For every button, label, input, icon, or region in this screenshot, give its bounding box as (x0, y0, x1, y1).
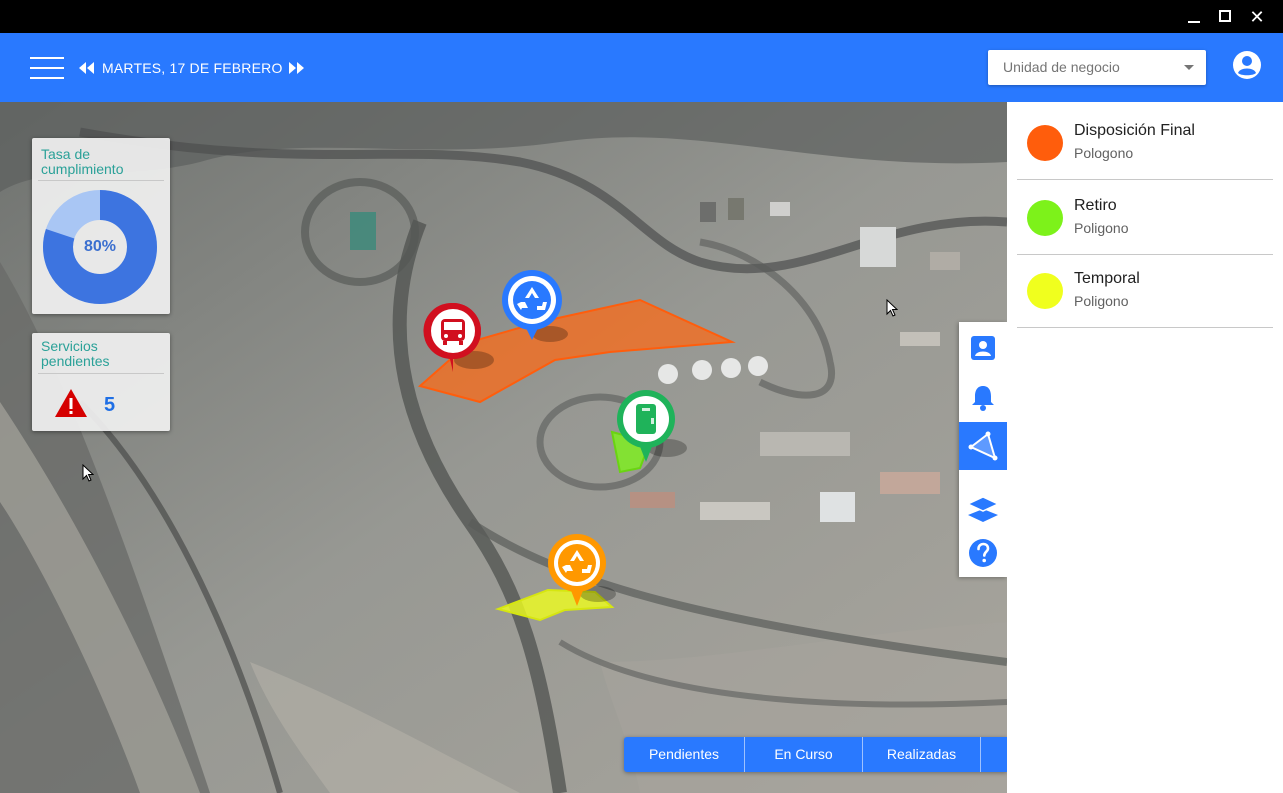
menu-icon (30, 57, 64, 59)
legend-item-pickup[interactable]: Retiro Poligono (1017, 181, 1273, 255)
legend-color-swatch (1027, 125, 1063, 161)
next-date-button[interactable] (287, 56, 305, 80)
tab-pendientes[interactable]: Pendientes (624, 737, 745, 772)
legend-item-name: Temporal (1074, 270, 1140, 287)
date-navigator: MARTES, 17 DE FEBRERO (78, 56, 305, 80)
menu-icon-bar (30, 77, 64, 79)
account-icon (1233, 51, 1261, 79)
menu-button[interactable] (30, 57, 64, 79)
tab-more[interactable] (981, 737, 1007, 772)
minimize-button[interactable] (1183, 6, 1205, 28)
pending-services-count: 5 (104, 394, 116, 416)
compliance-rate-title: Tasa de cumplimiento (41, 146, 124, 177)
compliance-rate-card: Tasa de cumplimiento 80% (32, 138, 170, 314)
legend-color-swatch (1027, 200, 1063, 236)
container-icon (617, 390, 687, 462)
tab-en-curso[interactable]: En Curso (745, 737, 863, 772)
close-button[interactable]: ✕ (1246, 6, 1268, 28)
maximize-icon (1219, 10, 1231, 22)
chevron-down-icon (1184, 65, 1194, 70)
menu-icon-bar (30, 67, 64, 69)
tab-realizadas[interactable]: Realizadas (863, 737, 981, 772)
polygon-icon (968, 431, 998, 461)
account-button[interactable] (1232, 50, 1262, 80)
help-button[interactable] (959, 529, 1007, 577)
business-unit-placeholder: Unidad de negocio (1003, 59, 1120, 75)
legend-item-name: Disposición Final (1074, 122, 1195, 139)
recycle-icon (502, 270, 568, 342)
business-unit-select[interactable]: Unidad de negocio (988, 50, 1206, 85)
double-chevron-right-icon (288, 62, 304, 74)
bell-icon (972, 386, 994, 411)
recycle-marker-orange[interactable] (546, 532, 626, 617)
pending-services-card: Servicios pendientes 5 (32, 333, 170, 431)
compliance-rate-value: 80% (83, 238, 117, 255)
bus-marker[interactable] (422, 300, 502, 385)
app-header: MARTES, 17 DE FEBRERO Unidad de negocio (0, 33, 1283, 102)
legend-item-name: Retiro (1074, 197, 1117, 214)
map-toolbar (959, 322, 1007, 577)
legend-color-swatch (1027, 273, 1063, 309)
legend-item-disposal[interactable]: Disposición Final Pologono (1017, 106, 1273, 180)
legend-item-type: Pologono (1074, 145, 1134, 161)
layers-button[interactable] (959, 485, 1007, 533)
previous-date-button[interactable] (78, 56, 96, 80)
close-icon: ✕ (1249, 7, 1265, 27)
pending-services-title: Servicios pendientes (41, 338, 110, 369)
card-divider (38, 180, 164, 181)
current-date: MARTES, 17 DE FEBRERO (102, 60, 283, 76)
container-marker[interactable] (615, 388, 695, 473)
bus-icon (423, 302, 494, 372)
legend-item-type: Poligono (1074, 220, 1129, 236)
recycle-icon (548, 534, 616, 606)
card-divider (38, 373, 164, 374)
legend-item-temporary[interactable]: Temporal Poligono (1017, 254, 1273, 328)
layers-icon (967, 496, 999, 522)
contact-icon (971, 336, 995, 360)
app-window: ✕ MARTES, 17 DE FEBRERO Unidad de negoci… (0, 0, 1283, 793)
window-titlebar: ✕ (0, 0, 1283, 33)
polygon-tool-button[interactable] (959, 422, 1007, 470)
recycle-marker-blue[interactable] (500, 268, 580, 353)
legend-item-type: Poligono (1074, 293, 1129, 309)
notifications-button[interactable] (959, 374, 1007, 422)
maximize-button[interactable] (1214, 6, 1236, 28)
warning-icon (55, 389, 87, 417)
double-chevron-left-icon (79, 62, 94, 74)
legend-panel: Disposición Final Pologono Retiro Poligo… (1007, 102, 1283, 793)
contact-button[interactable] (959, 324, 1007, 372)
help-icon (969, 539, 997, 567)
service-status-tabs: Pendientes En Curso Realizadas (624, 737, 1007, 772)
minimize-icon (1188, 21, 1200, 23)
